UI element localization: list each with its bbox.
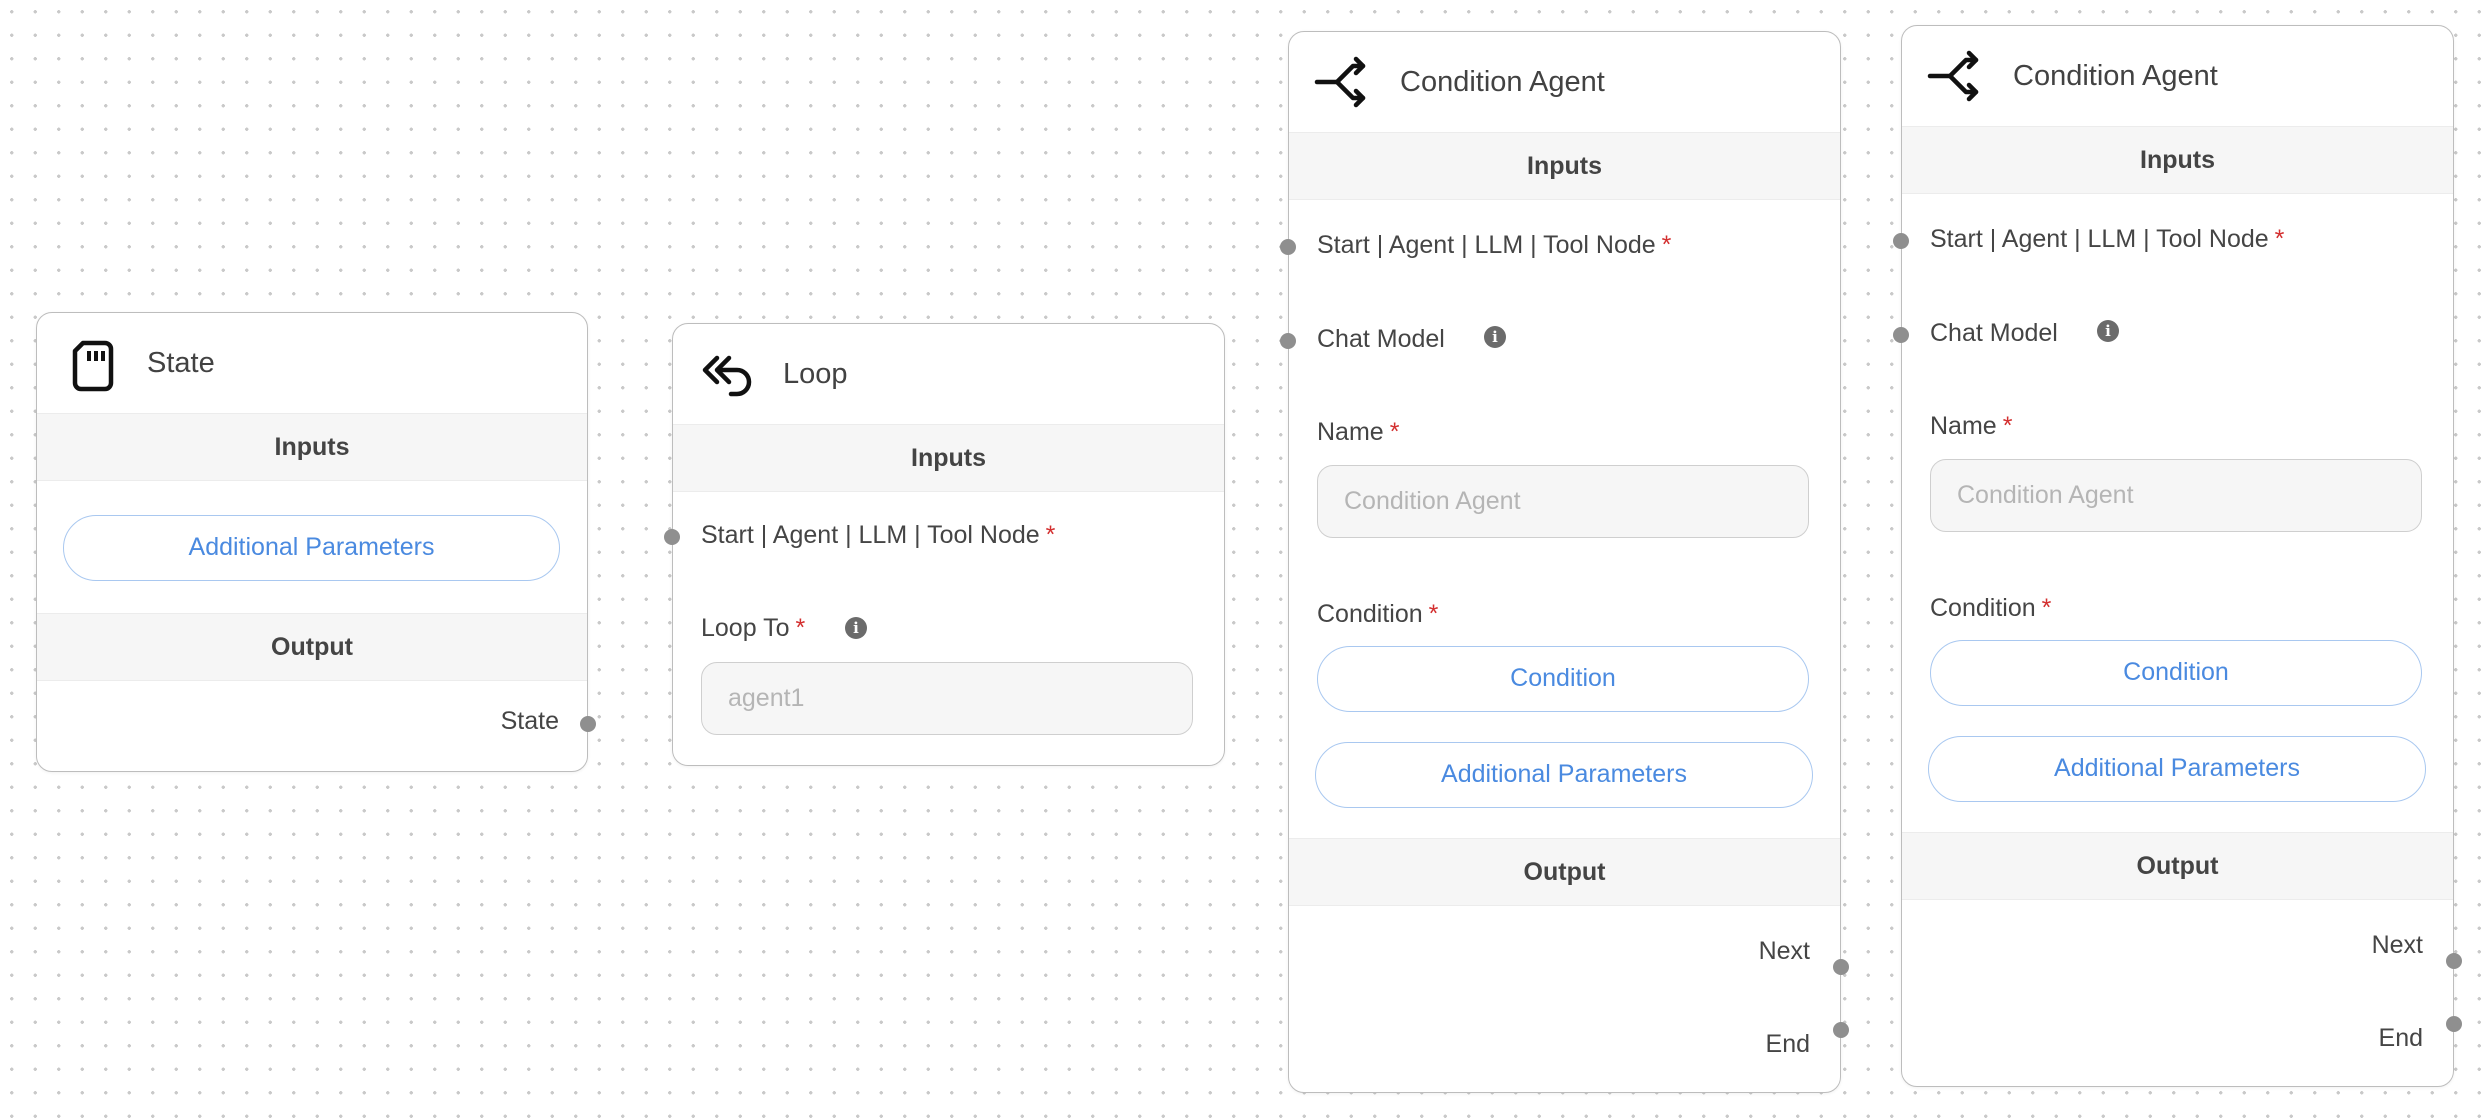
output-header: Output	[1289, 838, 1840, 906]
info-icon[interactable]: i	[1484, 326, 1506, 348]
loop-to-label: Loop To *	[701, 614, 806, 642]
name-label: Name *	[1930, 412, 2013, 440]
inputs-header: Inputs	[37, 413, 587, 481]
input-handle-start[interactable]	[1280, 239, 1296, 255]
output-label-next: Next	[2371, 931, 2423, 959]
name-input[interactable]: Condition Agent	[1930, 459, 2422, 532]
input-handle-chat-model[interactable]	[1280, 333, 1296, 349]
output-handle-state[interactable]	[580, 716, 596, 732]
condition-agent-node[interactable]: Condition Agent Inputs Start | Agent | L…	[1280, 31, 1849, 1093]
inputs-header: Inputs	[673, 424, 1224, 492]
loop-back-icon	[702, 355, 752, 397]
node-title: Condition Agent	[2013, 60, 2218, 92]
additional-parameters-button[interactable]: Additional Parameters	[63, 515, 560, 581]
info-icon[interactable]: i	[2097, 320, 2119, 342]
inputs-header: Inputs	[1289, 132, 1840, 200]
additional-parameters-button[interactable]: Additional Parameters	[1315, 742, 1813, 808]
inputs-header: Inputs	[1902, 126, 2453, 194]
chat-model-label: Chat Model	[1930, 319, 2058, 347]
branch-icon	[1927, 50, 1979, 102]
output-handle-next[interactable]	[2446, 953, 2462, 969]
node-title: Loop	[783, 358, 848, 390]
condition-button[interactable]: Condition	[1930, 640, 2422, 706]
output-label-end: End	[1765, 1030, 1810, 1058]
output-handle-next[interactable]	[1833, 959, 1849, 975]
chat-model-label: Chat Model	[1317, 325, 1445, 353]
additional-parameters-button[interactable]: Additional Parameters	[1928, 736, 2426, 802]
output-header: Output	[37, 613, 587, 681]
input-label-start: Start | Agent | LLM | Tool Node *	[701, 521, 1056, 549]
output-label-next: Next	[1758, 937, 1810, 965]
name-label: Name *	[1317, 418, 1400, 446]
branch-icon	[1314, 56, 1366, 108]
condition-agent-node[interactable]: Condition Agent Inputs Start | Agent | L…	[1893, 25, 2462, 1087]
sd-card-icon	[72, 340, 114, 392]
node-title: Condition Agent	[1400, 66, 1605, 98]
name-input[interactable]: Condition Agent	[1317, 465, 1809, 538]
node-header: State	[37, 313, 587, 413]
input-handle-start[interactable]	[1893, 233, 1909, 249]
output-header: Output	[1902, 832, 2453, 900]
output-handle-end[interactable]	[2446, 1016, 2462, 1032]
loop-node[interactable]: Loop Inputs Start | Agent | LLM | Tool N…	[664, 323, 1225, 766]
condition-label: Condition *	[1317, 600, 1439, 628]
input-handle-start[interactable]	[664, 529, 680, 545]
node-header: Condition Agent	[1902, 26, 2453, 126]
input-handle-chat-model[interactable]	[1893, 327, 1909, 343]
output-label-state: State	[500, 707, 559, 735]
condition-label: Condition *	[1930, 594, 2052, 622]
output-label-end: End	[2378, 1024, 2423, 1052]
condition-button[interactable]: Condition	[1317, 646, 1809, 712]
node-title: State	[147, 347, 215, 379]
loop-to-input[interactable]: agent1	[701, 662, 1193, 735]
input-label-start: Start | Agent | LLM | Tool Node *	[1930, 225, 2285, 253]
node-header: Condition Agent	[1289, 32, 1840, 132]
input-label-start: Start | Agent | LLM | Tool Node *	[1317, 231, 1672, 259]
info-icon[interactable]: i	[845, 617, 867, 639]
state-node[interactable]: State Inputs Additional Parameters Outpu…	[36, 312, 596, 772]
output-handle-end[interactable]	[1833, 1022, 1849, 1038]
node-header: Loop	[673, 324, 1224, 424]
